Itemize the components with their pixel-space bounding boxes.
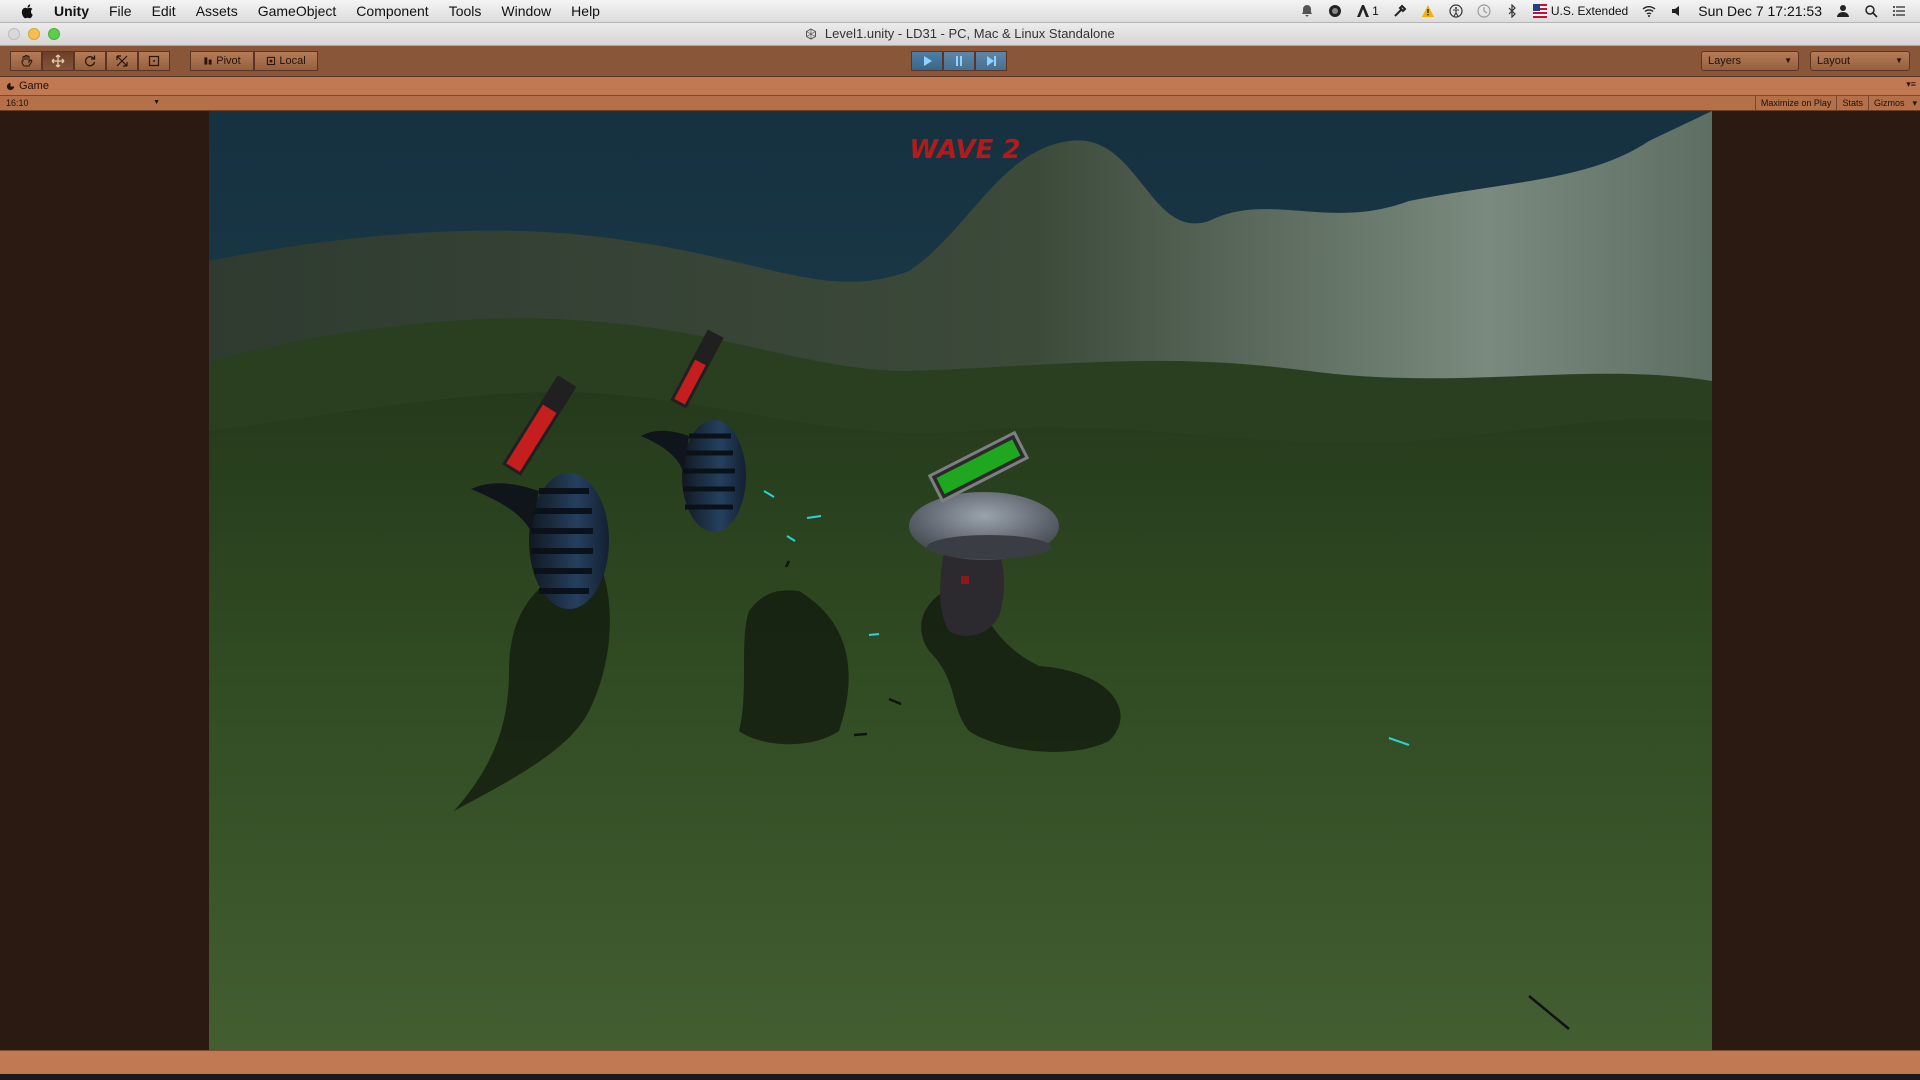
menu-edit[interactable]: Edit bbox=[152, 3, 176, 19]
panel-menu-icon[interactable]: ▾≡ bbox=[1906, 79, 1916, 90]
volume-icon[interactable] bbox=[1670, 4, 1684, 18]
move-icon bbox=[51, 54, 65, 68]
scale-icon bbox=[116, 55, 128, 67]
layout-dropdown[interactable]: Layout ▼ bbox=[1810, 51, 1910, 71]
tab-game-label: Game bbox=[19, 80, 49, 92]
status-bar bbox=[0, 1050, 1920, 1075]
maximize-on-play-toggle[interactable]: Maximize on Play bbox=[1754, 96, 1837, 110]
spark bbox=[868, 633, 880, 636]
play-controls bbox=[911, 51, 1007, 71]
tab-game[interactable]: Game bbox=[6, 77, 49, 95]
stats-toggle[interactable]: Stats bbox=[1836, 96, 1868, 110]
chevron-down-icon: ▼ bbox=[153, 99, 160, 106]
rotate-icon bbox=[84, 55, 96, 67]
menu-help[interactable]: Help bbox=[571, 3, 600, 19]
us-flag-icon bbox=[1532, 4, 1547, 18]
menu-file[interactable]: File bbox=[109, 3, 132, 19]
tools-icon[interactable] bbox=[1393, 4, 1407, 18]
user-icon[interactable] bbox=[1836, 4, 1850, 18]
gizmos-dropdown[interactable]: Gizmos bbox=[1867, 96, 1910, 110]
window-title: Level1.unity - LD31 - PC, Mac & Linux St… bbox=[824, 26, 1115, 41]
adobe-badge: 1 bbox=[1372, 4, 1379, 18]
rect-icon bbox=[148, 55, 160, 67]
pivot-toggles: Pivot Local bbox=[190, 51, 318, 71]
notification-icon[interactable] bbox=[1300, 4, 1314, 18]
aspect-dropdown[interactable]: 16:10 ▼ bbox=[6, 96, 164, 110]
local-toggle[interactable]: Local bbox=[254, 51, 318, 71]
rotate-tool-button[interactable] bbox=[74, 51, 106, 71]
step-button[interactable] bbox=[975, 51, 1007, 71]
pivot-icon bbox=[204, 57, 212, 65]
menu-gameobject[interactable]: GameObject bbox=[258, 3, 337, 19]
wave-text: WAVE 2 bbox=[909, 135, 1020, 165]
toolbar: Pivot Local Layers ▼ Layout ▼ bbox=[0, 46, 1920, 77]
menu-bar: Unity File Edit Assets GameObject Compon… bbox=[0, 0, 1920, 23]
mushroom-red-spot bbox=[961, 576, 969, 584]
game-tab-bar: Game ▾≡ bbox=[0, 77, 1920, 96]
window-title-bar: Level1.unity - LD31 - PC, Mac & Linux St… bbox=[0, 23, 1920, 46]
wifi-icon[interactable] bbox=[1642, 4, 1656, 18]
layers-label: Layers bbox=[1708, 55, 1742, 67]
local-icon bbox=[267, 56, 276, 66]
aspect-label: 16:10 bbox=[6, 98, 29, 108]
chevron-down-icon: ▼ bbox=[1784, 56, 1792, 65]
debris-piece bbox=[853, 732, 868, 737]
transform-tools bbox=[10, 51, 170, 71]
hand-tool-button[interactable] bbox=[10, 51, 42, 71]
pivot-label: Pivot bbox=[216, 55, 241, 67]
bluetooth-icon[interactable] bbox=[1505, 4, 1519, 18]
zoom-button[interactable] bbox=[48, 28, 60, 40]
chevron-down-icon[interactable]: ▾ bbox=[1909, 96, 1920, 110]
menu-unity[interactable]: Unity bbox=[54, 3, 89, 19]
time-machine-icon[interactable] bbox=[1477, 4, 1491, 18]
window-controls bbox=[8, 28, 60, 40]
layout-label: Layout bbox=[1817, 55, 1851, 67]
menu-assets[interactable]: Assets bbox=[196, 3, 238, 19]
rect-tool-button[interactable] bbox=[138, 51, 170, 71]
layers-dropdown[interactable]: Layers ▼ bbox=[1701, 51, 1799, 71]
pivot-toggle[interactable]: Pivot bbox=[190, 51, 254, 71]
dock-edge bbox=[0, 1074, 1920, 1080]
game-control-bar: 16:10 ▼ Maximize on Play Stats Gizmos ▾ bbox=[0, 96, 1920, 111]
menu-window[interactable]: Window bbox=[501, 3, 551, 19]
unity-document-icon bbox=[806, 28, 817, 40]
clock[interactable]: Sun Dec 7 17:21:53 bbox=[1698, 3, 1822, 19]
step-icon bbox=[987, 56, 996, 66]
pause-button[interactable] bbox=[943, 51, 975, 71]
minimize-button[interactable] bbox=[28, 28, 40, 40]
scale-tool-button[interactable] bbox=[106, 51, 138, 71]
hand-icon bbox=[21, 55, 33, 67]
warning-icon[interactable] bbox=[1421, 4, 1435, 18]
game-view-options: Maximize on Play Stats Gizmos ▾ bbox=[1754, 96, 1920, 110]
play-button[interactable] bbox=[911, 51, 943, 71]
chevron-down-icon: ▼ bbox=[1895, 56, 1903, 65]
apple-icon[interactable] bbox=[20, 3, 36, 19]
mushroom-cap-underside bbox=[927, 535, 1051, 559]
adobe-icon[interactable]: 1 bbox=[1356, 4, 1379, 18]
status-area: 1 U.S. Extended Sun Dec 7 17:21:53 bbox=[1300, 0, 1920, 22]
pause-icon bbox=[956, 56, 962, 66]
play-icon bbox=[924, 56, 932, 66]
accessibility-icon[interactable] bbox=[1449, 4, 1463, 18]
game-viewport[interactable]: WAVE 2 bbox=[209, 111, 1712, 1050]
circle-app-icon[interactable] bbox=[1328, 4, 1342, 18]
menu-component[interactable]: Component bbox=[356, 3, 428, 19]
input-source-label: U.S. Extended bbox=[1550, 4, 1629, 18]
game-controller-icon bbox=[6, 82, 15, 90]
notification-center-icon[interactable] bbox=[1892, 4, 1906, 18]
move-tool-button[interactable] bbox=[42, 51, 74, 71]
close-button[interactable] bbox=[8, 28, 20, 40]
menu-tools[interactable]: Tools bbox=[449, 3, 482, 19]
spotlight-search-icon[interactable] bbox=[1864, 4, 1878, 18]
game-scene: WAVE 2 bbox=[209, 111, 1712, 1050]
local-label: Local bbox=[279, 55, 306, 67]
input-source[interactable]: U.S. Extended bbox=[1532, 4, 1629, 18]
game-view-area: WAVE 2 bbox=[0, 111, 1920, 1050]
